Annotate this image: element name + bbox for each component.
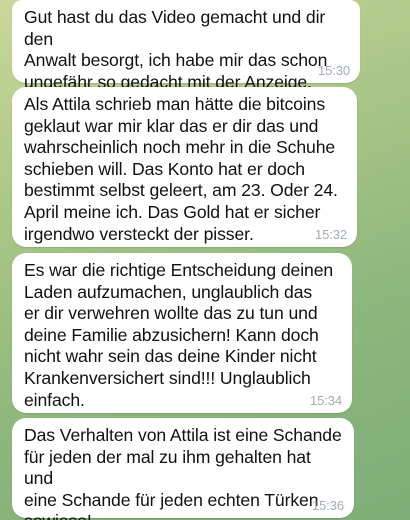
message-bubble[interactable]: Es war die richtige Entscheidung deinen … [12,253,352,413]
message-timestamp: 15:30 [317,63,350,78]
message-text: Das Verhalten von Attila ist eine Schand… [24,425,342,520]
message-timestamp: 15:32 [314,227,347,242]
message-bubble[interactable]: Das Verhalten von Attila ist eine Schand… [12,418,354,520]
message-text: Gut hast du das Video gemacht und dir de… [24,7,328,92]
chat-message-list[interactable]: Gut hast du das Video gemacht und dir de… [0,0,410,520]
message-text: Es war die richtige Entscheidung deinen … [24,260,334,410]
message-timestamp: 15:34 [309,393,342,408]
message-bubble[interactable]: Als Attila schrieb man hätte die bitcoin… [12,87,357,247]
message-text: Als Attila schrieb man hätte die bitcoin… [24,94,338,244]
message-timestamp: 15:36 [311,498,344,513]
message-bubble[interactable]: Gut hast du das Video gemacht und dir de… [12,0,360,92]
